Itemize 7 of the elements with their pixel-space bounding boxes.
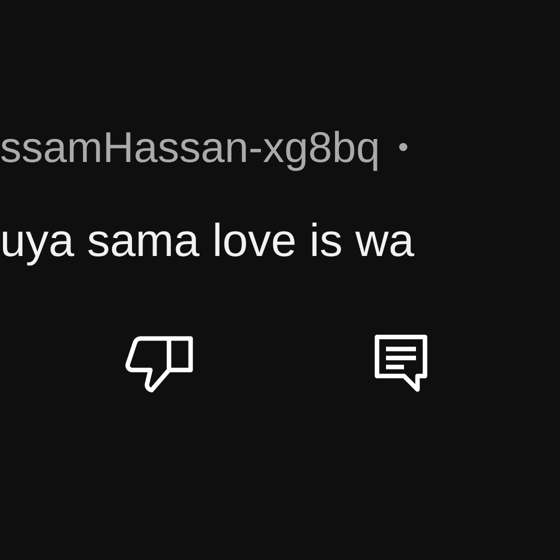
comment-text: uya sama love is wa (0, 213, 416, 268)
comment-author[interactable]: ssamHassan-xg8bq (0, 122, 380, 174)
comment-icon (374, 334, 428, 394)
separator: • (398, 131, 409, 165)
reply-button[interactable] (374, 334, 428, 394)
thumbs-down-icon (124, 334, 196, 394)
dislike-button[interactable] (124, 334, 196, 394)
